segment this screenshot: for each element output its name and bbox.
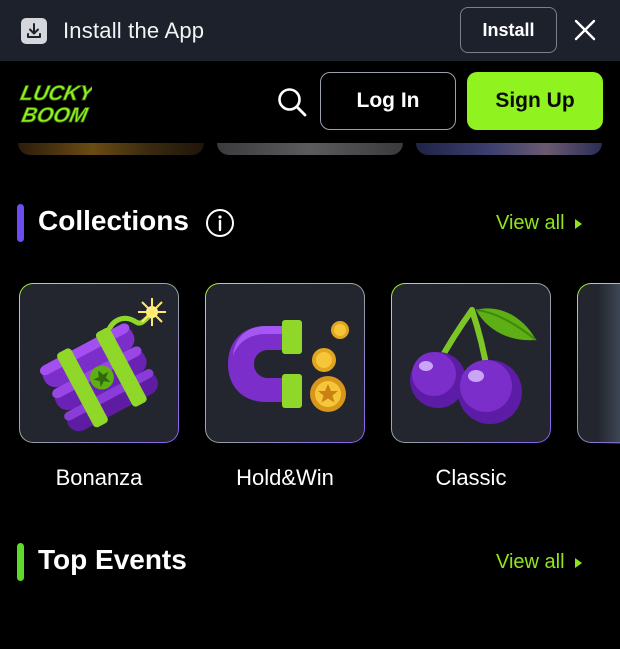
- install-app-text: Install the App: [63, 18, 205, 43]
- collections-view-all-link[interactable]: View all: [496, 212, 582, 235]
- svg-text:LUCKY: LUCKY: [18, 82, 92, 105]
- dynamite-icon: [39, 298, 166, 432]
- site-header: LUCKY BOOM Log In Sign Up: [0, 61, 620, 143]
- collection-label: Bonanza: [55, 465, 143, 490]
- collection-card-classic[interactable]: [391, 283, 551, 443]
- collection-card-bonanza[interactable]: [19, 283, 179, 443]
- login-button[interactable]: Log In: [320, 72, 456, 130]
- caret-right-icon: [574, 218, 582, 229]
- carousel-thumbnail[interactable]: [18, 143, 204, 155]
- magnet-coins-icon: [228, 320, 349, 412]
- collection-card-holdwin[interactable]: [205, 283, 365, 443]
- signup-button[interactable]: Sign Up: [467, 72, 603, 130]
- top-events-title: Top Events: [38, 544, 187, 575]
- collection-card-partial[interactable]: [577, 283, 620, 444]
- carousel-thumbnail[interactable]: [416, 143, 602, 155]
- carousel-thumbnail[interactable]: [217, 143, 403, 155]
- install-app-banner: Install the App Install: [0, 0, 620, 61]
- collection-label: Hold&Win: [236, 465, 334, 490]
- card-artwork: [598, 284, 620, 444]
- view-all-label: View all: [496, 212, 565, 234]
- section-accent-bar: [17, 204, 24, 242]
- caret-right-icon: [574, 557, 582, 568]
- install-button[interactable]: Install: [460, 7, 557, 53]
- collection-label: Classic: [435, 465, 507, 490]
- lucky-boom-logo[interactable]: LUCKY BOOM: [14, 78, 98, 128]
- cherries-icon: [410, 307, 537, 424]
- collections-title: Collections: [38, 205, 189, 236]
- view-all-label: View all: [496, 551, 565, 573]
- info-icon[interactable]: [205, 208, 235, 238]
- svg-text:BOOM: BOOM: [20, 104, 91, 127]
- section-accent-bar: [17, 543, 24, 581]
- download-icon: [21, 18, 47, 44]
- close-icon[interactable]: [571, 16, 599, 44]
- top-events-view-all-link[interactable]: View all: [496, 551, 582, 574]
- search-icon[interactable]: [275, 85, 309, 119]
